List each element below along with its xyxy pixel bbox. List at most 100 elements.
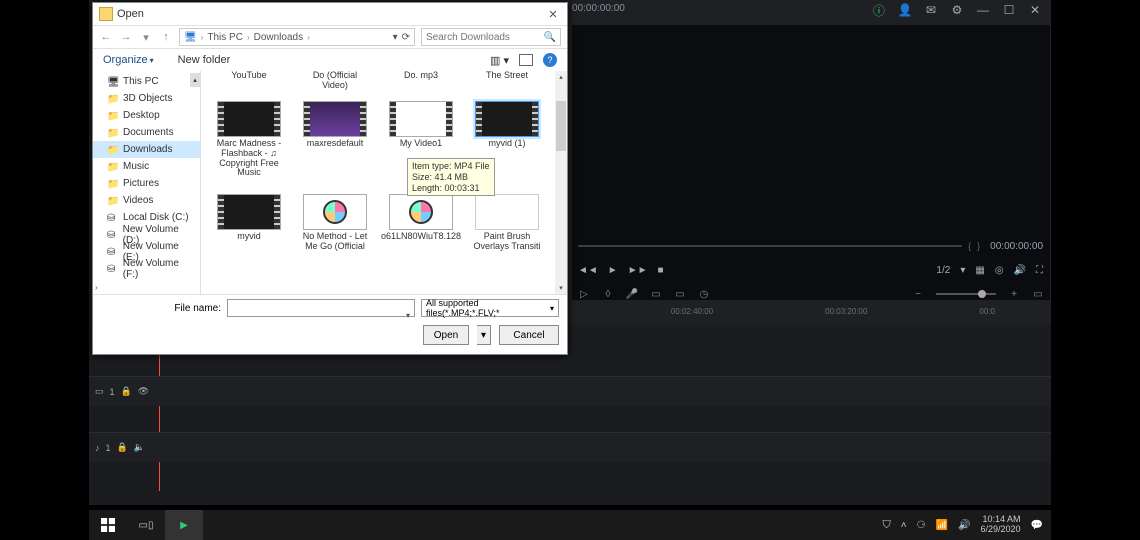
file-item[interactable]: Do. mp3 [385, 71, 457, 91]
frame-icon[interactable]: ▭ [650, 288, 662, 300]
forward-icon[interactable]: → [119, 30, 133, 44]
organize-menu[interactable]: Organize▾ [103, 54, 154, 66]
lock-icon[interactable]: 🔒 [117, 442, 128, 453]
scroll-down-icon[interactable]: ▾ [555, 282, 567, 294]
tree-item-pictures[interactable]: 📁Pictures [93, 175, 200, 192]
tree-item-new-volume-f-[interactable]: ⛁New Volume (F:) [93, 260, 200, 277]
volume-tray-icon[interactable]: 🔊 [958, 520, 970, 531]
search-box[interactable]: 🔍 [421, 28, 561, 46]
chevron-down-icon[interactable]: ▾ [550, 304, 554, 313]
tree-item-desktop[interactable]: 📁Desktop [93, 107, 200, 124]
dialog-titlebar[interactable]: Open ✕ [93, 3, 567, 25]
refresh-icon[interactable]: ⟳ [402, 32, 410, 43]
close-app-icon[interactable]: ✕ [1027, 2, 1043, 18]
network-icon[interactable]: ⚆ [917, 520, 926, 531]
mute-icon[interactable]: 🔈 [134, 442, 145, 453]
file-item[interactable]: Paint Brush Overlays Transiti [471, 194, 543, 254]
wifi-icon[interactable]: 📶 [936, 520, 948, 531]
task-view-button[interactable]: ▭▯ [127, 510, 165, 540]
clock[interactable]: 10:14 AM 6/29/2020 [981, 515, 1021, 535]
tree-item-music[interactable]: 📁Music [93, 158, 200, 175]
mail-icon[interactable]: ✉ [923, 2, 939, 18]
zoom-slider[interactable] [936, 293, 996, 295]
play-tl-icon[interactable]: ▷ [578, 288, 590, 300]
tree-item-downloads[interactable]: 📁Downloads [93, 141, 200, 158]
help-icon[interactable]: ⓘ [871, 2, 887, 18]
chevron-down-icon[interactable]: ▾ [960, 265, 965, 276]
breadcrumb[interactable]: 🖥 › This PC › Downloads › ▾ ⟳ [179, 28, 415, 46]
tree-item-videos[interactable]: 📁Videos [93, 192, 200, 209]
taskbar[interactable]: ▭▯ ▶ ⛉ ˄ ⚆ 📶 🔊 10:14 AM 6/29/2020 💬 [89, 510, 1051, 540]
search-input[interactable] [426, 32, 544, 43]
file-type-select[interactable]: All supported files(*.MP4;*.FLV;* ▾ [421, 299, 559, 317]
up-icon[interactable]: ↑ [159, 30, 173, 44]
cancel-button[interactable]: Cancel [499, 325, 559, 345]
file-scrollbar[interactable]: ▴ ▾ [555, 71, 567, 294]
file-item[interactable]: Marc Madness - Flashback - ♫ Copyright F… [213, 101, 285, 179]
zoom-out-icon[interactable]: − [912, 288, 924, 300]
breadcrumb-root[interactable]: This PC [207, 32, 243, 43]
people-icon[interactable]: ⛉ [883, 519, 891, 532]
zoom-in-icon[interactable]: + [1008, 288, 1020, 300]
start-button[interactable] [89, 510, 127, 540]
scroll-up-icon[interactable]: ▴ [555, 71, 567, 83]
volume-icon[interactable]: 🔊 [1014, 265, 1026, 276]
view-mode-icon[interactable]: ▥ ▾ [490, 54, 509, 67]
tooltip-type: Item type: MP4 File [412, 161, 490, 172]
file-name-input-wrap[interactable]: ▾ [227, 299, 415, 317]
tree-item-documents[interactable]: 📁Documents [93, 124, 200, 141]
file-item[interactable]: No Method - Let Me Go (Official [299, 194, 371, 254]
clock-icon[interactable]: ◷ [698, 288, 710, 300]
marker-icon[interactable]: ◊ [602, 288, 614, 300]
tree-item-3d-objects[interactable]: 📁3D Objects [93, 90, 200, 107]
mic-icon[interactable]: 🎤 [626, 288, 638, 300]
eye-icon[interactable]: 👁 [138, 386, 149, 397]
file-item[interactable]: YouTube [213, 71, 285, 91]
maximize-icon[interactable]: ☐ [1001, 2, 1017, 18]
file-item[interactable]: myvid [213, 194, 285, 254]
tree-expand-icon[interactable]: › [95, 283, 98, 292]
minimize-icon[interactable]: — [975, 2, 991, 18]
search-icon[interactable]: 🔍 [544, 32, 556, 43]
user-icon[interactable]: 👤 [897, 2, 913, 18]
stop-icon[interactable]: ■ [658, 265, 664, 276]
camera-icon[interactable]: ▭ [674, 288, 686, 300]
filename-dropdown-icon[interactable]: ▾ [406, 311, 410, 320]
file-item[interactable]: maxresdefault [299, 101, 371, 179]
app-taskbar-icon[interactable]: ▶ [165, 510, 203, 540]
folder-icon: 📁 [107, 196, 119, 206]
play-icon[interactable]: ► [608, 265, 618, 276]
breadcrumb-folder[interactable]: Downloads [254, 32, 303, 43]
open-dropdown-button[interactable]: ▾ [477, 325, 491, 345]
mark-out-icon[interactable]: } [977, 241, 980, 251]
open-button[interactable]: Open [423, 325, 469, 345]
quality-icon[interactable]: ▦ [975, 265, 984, 276]
mark-in-icon[interactable]: { [968, 241, 971, 251]
fit-icon[interactable]: ▭ [1032, 288, 1044, 300]
file-list[interactable]: YouTube Do (Official Video) Do. mp3 The Str… [201, 71, 567, 294]
lock-icon[interactable]: 🔒 [121, 386, 132, 397]
tree-item-this-pc[interactable]: 🖥This PC [93, 73, 200, 90]
file-item[interactable]: o61LN80WiuT8.128 [385, 194, 457, 254]
file-item[interactable]: Do (Official Video) [299, 71, 371, 91]
new-folder-button[interactable]: New folder [178, 54, 231, 66]
preview-pane-icon[interactable] [519, 54, 533, 66]
breadcrumb-dropdown-icon[interactable]: ▾ [393, 32, 398, 43]
zoom-level[interactable]: 1/2 [936, 265, 950, 276]
tree-scroll-up[interactable]: ▴ [190, 73, 200, 87]
notifications-icon[interactable]: 💬 [1031, 520, 1043, 531]
folder-icon: 📁 [107, 145, 119, 155]
close-dialog-icon[interactable]: ✕ [545, 6, 561, 22]
settings-icon[interactable]: ⚙ [949, 2, 965, 18]
help-icon[interactable]: ? [543, 53, 557, 67]
back-icon[interactable]: ← [99, 30, 113, 44]
file-item[interactable]: The Street [471, 71, 543, 91]
prev-frame-icon[interactable]: ◄◄ [578, 265, 598, 276]
playback-scrubber[interactable]: { } 00:00:00:00 [578, 240, 1043, 252]
tray-expand-icon[interactable]: ˄ [901, 520, 907, 531]
fullscreen-icon[interactable]: ⛶ [1036, 265, 1043, 276]
next-frame-icon[interactable]: ►► [628, 265, 648, 276]
file-name-input[interactable] [232, 300, 410, 311]
snapshot-icon[interactable]: ◎ [995, 265, 1004, 276]
chevron-down-icon[interactable]: ▾ [139, 30, 153, 44]
